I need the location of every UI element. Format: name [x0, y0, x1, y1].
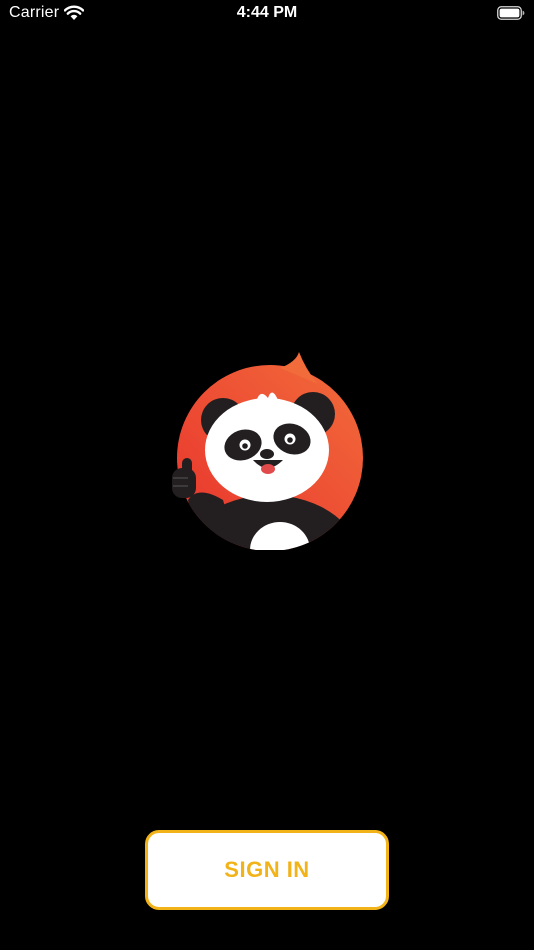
sign-in-label: SIGN IN [224, 857, 310, 882]
status-bar: Carrier 4:44 PM [0, 0, 534, 28]
panda-mascot-logo [172, 352, 363, 550]
battery-icon [497, 6, 525, 20]
status-time: 4:44 PM [236, 4, 298, 21]
sign-in-button[interactable]: SIGN IN [145, 830, 389, 910]
